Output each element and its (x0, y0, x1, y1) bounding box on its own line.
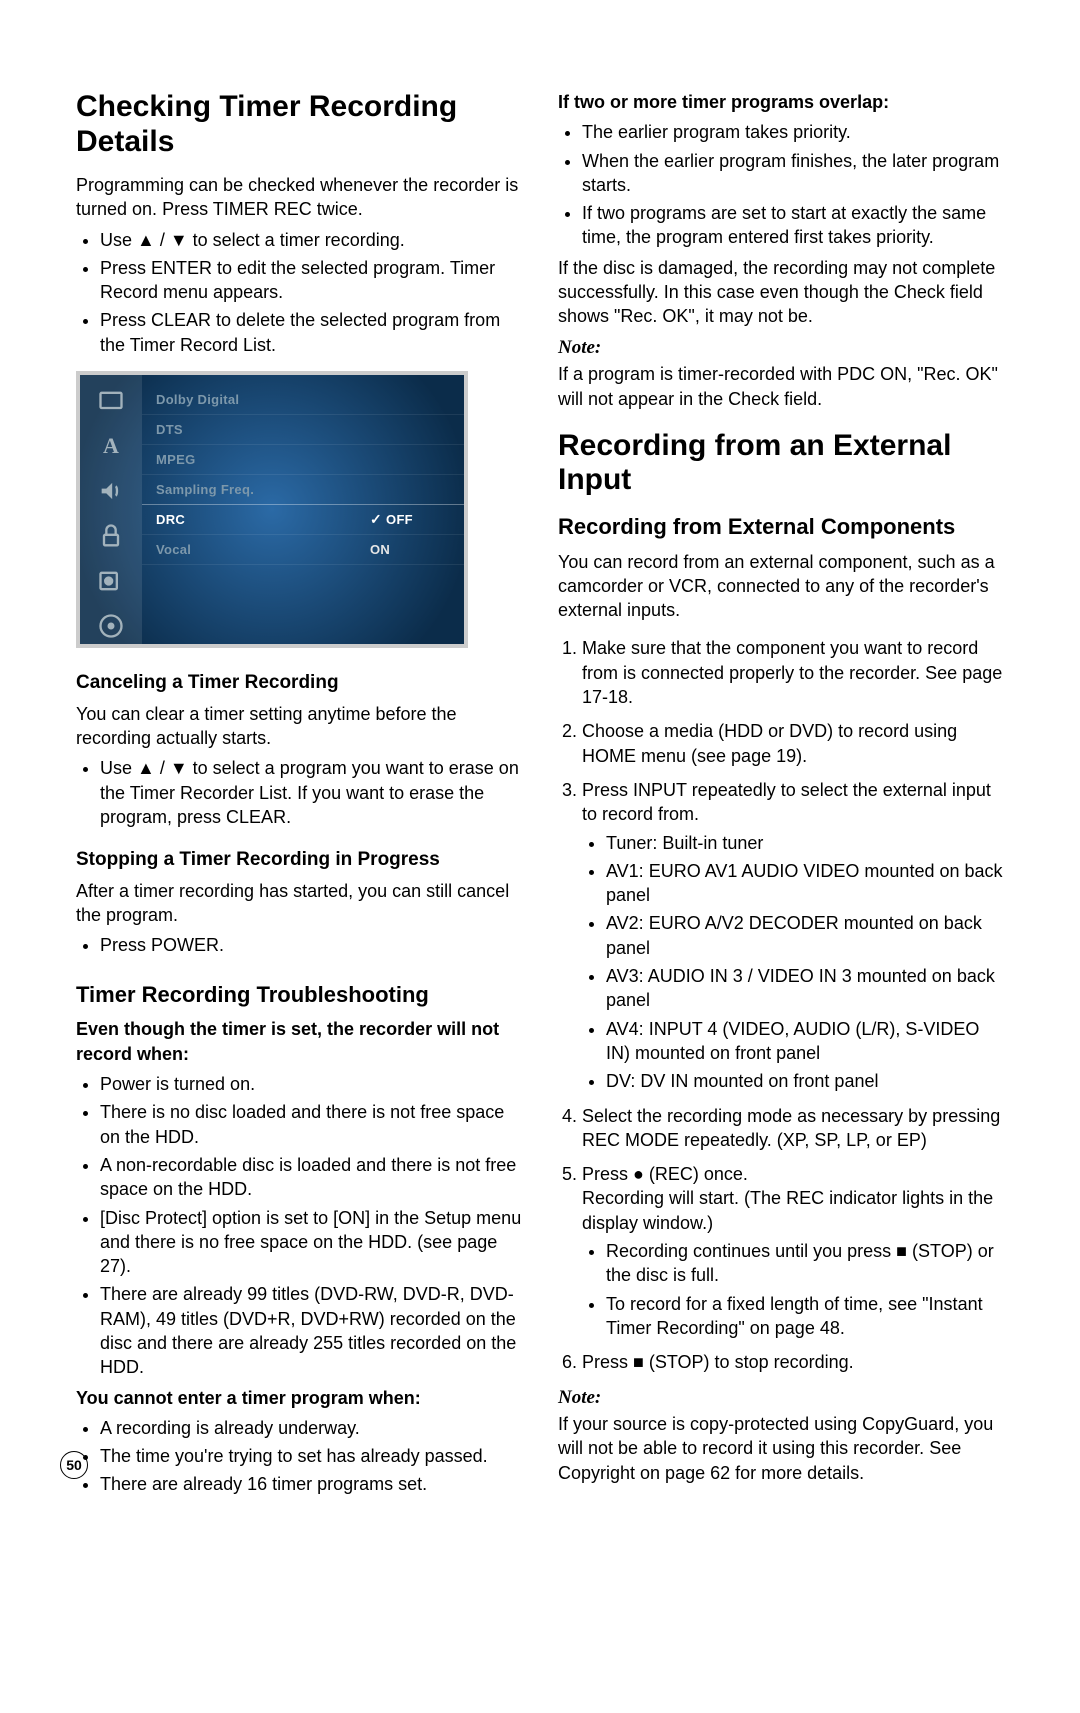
menu-row: DTS (142, 415, 464, 445)
list-item: When the earlier program finishes, the l… (582, 149, 1004, 198)
list-item: Power is turned on. (100, 1072, 522, 1096)
step-1: Make sure that the component you want to… (582, 636, 1004, 709)
note-label: Note: (558, 335, 1004, 361)
disc-icon (90, 608, 132, 644)
list-item: Press ENTER to edit the selected program… (100, 256, 522, 305)
menu-row: Sampling Freq. (142, 475, 464, 505)
menu-row: MPEG (142, 445, 464, 475)
list-item: Press CLEAR to delete the selected progr… (100, 308, 522, 357)
list-item: There are already 99 titles (DVD-RW, DVD… (100, 1282, 522, 1379)
trouble-lead-1: Even though the timer is set, the record… (76, 1017, 522, 1066)
step-5: Press ● (REC) once. Recording will start… (582, 1162, 1004, 1340)
trouble-bullets-1: Power is turned on. There is no disc loa… (100, 1072, 522, 1380)
list-item: [Disc Protect] option is set to [ON] in … (100, 1206, 522, 1279)
trouble-lead-2: You cannot enter a timer program when: (76, 1386, 522, 1410)
list-item: DV: DV IN mounted on front panel (606, 1069, 1004, 1093)
list-item: Recording continues until you press ■ (S… (606, 1239, 1004, 1288)
intro-bullets: Use ▲ / ▼ to select a timer recording. P… (100, 228, 522, 357)
heading-external-input: Recording from an External Input (558, 429, 1004, 498)
overlap-para: If the disc is damaged, the recording ma… (558, 256, 1004, 329)
menu-sidebar: A (80, 375, 142, 644)
step-2: Choose a media (HDD or DVD) to record us… (582, 719, 1004, 768)
setup-menu-screenshot: A Dolby Digital (76, 371, 468, 648)
heading-stop: Stopping a Timer Recording in Progress (76, 847, 522, 873)
menu-row-selected: DRC✓OFF (142, 505, 464, 535)
step-6: Press ■ (STOP) to stop recording. (582, 1350, 1004, 1374)
stop-bullets: Press POWER. (100, 933, 522, 957)
list-item: AV1: EURO AV1 AUDIO VIDEO mounted on bac… (606, 859, 1004, 908)
note-body: If your source is copy-protected using C… (558, 1412, 1004, 1485)
list-item: Tuner: Built-in tuner (606, 831, 1004, 855)
audio-icon (90, 473, 132, 509)
heading-cancel: Canceling a Timer Recording (76, 670, 522, 696)
external-intro: You can record from an external componen… (558, 550, 1004, 623)
list-item: The earlier program takes priority. (582, 120, 1004, 144)
tv-icon (90, 383, 132, 419)
list-item: If two programs are set to start at exac… (582, 201, 1004, 250)
left-column: Checking Timer Recording Details Program… (76, 90, 522, 1503)
list-item: AV2: EURO A/V2 DECODER mounted on back p… (606, 911, 1004, 960)
heading-troubleshoot: Timer Recording Troubleshooting (76, 980, 522, 1010)
list-item: Press POWER. (100, 933, 522, 957)
list-item: A non-recordable disc is loaded and ther… (100, 1153, 522, 1202)
right-column: If two or more timer programs overlap: T… (558, 90, 1004, 1503)
list-item: Use ▲ / ▼ to select a program you want t… (100, 756, 522, 829)
step-4: Select the recording mode as necessary b… (582, 1104, 1004, 1153)
step-5-sublist: Recording continues until you press ■ (S… (606, 1239, 1004, 1340)
heading-checking-timer: Checking Timer Recording Details (76, 90, 522, 159)
trouble-bullets-2: A recording is already underway. The tim… (100, 1416, 522, 1497)
note-body: If a program is timer-recorded with PDC … (558, 362, 1004, 411)
step-3-sublist: Tuner: Built-in tuner AV1: EURO AV1 AUDI… (606, 831, 1004, 1094)
note-label: Note: (558, 1385, 1004, 1411)
page-number: 50 (60, 1451, 88, 1479)
intro-text: Programming can be checked whenever the … (76, 173, 522, 222)
list-item: The time you're trying to set has alread… (100, 1444, 522, 1468)
external-steps: Make sure that the component you want to… (582, 636, 1004, 1374)
lock-icon (90, 518, 132, 554)
menu-row: VocalON (142, 535, 464, 565)
list-item: A recording is already underway. (100, 1416, 522, 1440)
list-item: To record for a fixed length of time, se… (606, 1292, 1004, 1341)
step-3: Press INPUT repeatedly to select the ext… (582, 778, 1004, 1094)
list-item: There is no disc loaded and there is not… (100, 1100, 522, 1149)
overlap-lead: If two or more timer programs overlap: (558, 90, 1004, 114)
list-item: There are already 16 timer programs set. (100, 1472, 522, 1496)
list-item: Use ▲ / ▼ to select a timer recording. (100, 228, 522, 252)
check-icon: ✓ (370, 510, 382, 529)
list-item: AV4: INPUT 4 (VIDEO, AUDIO (L/R), S-VIDE… (606, 1017, 1004, 1066)
record-icon (90, 563, 132, 599)
menu-row: Dolby Digital (142, 385, 464, 415)
cancel-bullets: Use ▲ / ▼ to select a program you want t… (100, 756, 522, 829)
menu-content: Dolby Digital DTS MPEG Sampling Freq. DR… (142, 375, 464, 644)
cancel-text: You can clear a timer setting anytime be… (76, 702, 522, 751)
stop-text: After a timer recording has started, you… (76, 879, 522, 928)
overlap-bullets: The earlier program takes priority. When… (582, 120, 1004, 249)
language-icon: A (90, 428, 132, 464)
heading-external-components: Recording from External Components (558, 512, 1004, 542)
list-item: AV3: AUDIO IN 3 / VIDEO IN 3 mounted on … (606, 964, 1004, 1013)
